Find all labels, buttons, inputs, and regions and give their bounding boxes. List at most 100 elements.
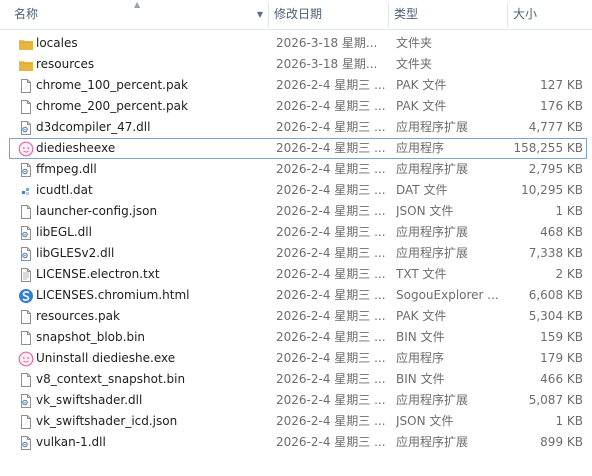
file-size: 176 KB <box>540 99 583 113</box>
file-icon <box>18 309 34 325</box>
column-modified-header[interactable]: 修改日期 <box>269 0 389 29</box>
file-modified: 2026-2-4 星期三 ... <box>276 351 386 365</box>
list-item[interactable]: libEGL.dll 2026-2-4 星期三 ... 应用程序扩展 468 KB <box>0 222 592 243</box>
list-item[interactable]: d3dcompiler_47.dll 2026-2-4 星期三 ... 应用程序扩展… <box>0 117 592 138</box>
file-type: 应用程序扩展 <box>396 225 469 239</box>
file-name: LICENSE.electron.txt <box>36 267 160 281</box>
list-item[interactable]: locales 2026-3-18 星期... 文件夹 <box>0 33 592 54</box>
list-item[interactable]: chrome_200_percent.pak 2026-2-4 星期三 ... PA… <box>0 96 592 117</box>
file-modified: 2026-2-4 星期三 ... <box>276 225 386 239</box>
file-modified: 2026-2-4 星期三 ... <box>276 372 386 386</box>
file-icon <box>18 372 34 388</box>
file-modified: 2026-2-4 星期三 ... <box>276 141 386 155</box>
file-size: 179 KB <box>540 351 583 365</box>
file-size: 5,087 KB <box>528 393 583 407</box>
file-type: 文件夹 <box>396 57 433 71</box>
file-type: SogouExplorer ... <box>396 288 499 302</box>
file-size: 1 KB <box>555 204 583 218</box>
file-type: 应用程序 <box>396 141 445 155</box>
column-name-header[interactable]: 名称 ▲ ▼ <box>0 0 269 29</box>
dll-icon <box>18 225 34 241</box>
file-size: 2 KB <box>555 267 583 281</box>
list-item[interactable]: icudtl.dat 2026-2-4 星期三 ... DAT 文件 10,295 K… <box>0 180 592 201</box>
list-item[interactable]: ffmpeg.dll 2026-2-4 星期三 ... 应用程序扩展 2,795 KB <box>0 159 592 180</box>
list-item[interactable]: resources 2026-3-18 星期... 文件夹 <box>0 54 592 75</box>
file-modified: 2026-3-18 星期... <box>276 57 378 71</box>
file-name: v8_context_snapshot.bin <box>36 372 186 386</box>
list-item-selected[interactable]: diediesheexe 2026-2-4 星期三 ... 应用程序 158,255 … <box>9 138 587 159</box>
file-modified: 2026-2-4 星期三 ... <box>276 162 386 176</box>
list-item[interactable]: launcher-config.json 2026-2-4 星期三 ... JSON… <box>0 201 592 222</box>
file-type: 应用程序扩展 <box>396 120 469 134</box>
file-type: PAK 文件 <box>396 309 447 323</box>
file-icon <box>18 414 34 430</box>
file-size: 2,795 KB <box>528 162 583 176</box>
file-name: diediesheexe <box>36 141 116 155</box>
file-name: vulkan-1.dll <box>36 435 106 449</box>
file-icon <box>18 99 34 115</box>
list-item[interactable]: chrome_100_percent.pak 2026-2-4 星期三 ... PA… <box>0 75 592 96</box>
folder-icon <box>18 57 34 73</box>
list-item[interactable]: libGLESv2.dll 2026-2-4 星期三 ... 应用程序扩展 7,338… <box>0 243 592 264</box>
file-name: Uninstall diedieshe.exe <box>36 351 176 365</box>
list-item[interactable]: resources.pak 2026-2-4 星期三 ... PAK 文件 5,304… <box>0 306 592 327</box>
dll-icon <box>18 120 34 136</box>
file-name: d3dcompiler_47.dll <box>36 120 151 134</box>
file-size: 158,255 KB <box>513 141 583 155</box>
file-name: libGLESv2.dll <box>36 246 115 260</box>
dat-icon <box>18 183 34 199</box>
file-name: snapshot_blob.bin <box>36 330 146 344</box>
file-icon <box>18 78 34 94</box>
file-name: launcher-config.json <box>36 204 158 218</box>
file-size: 10,295 KB <box>521 183 583 197</box>
file-name: ffmpeg.dll <box>36 162 97 176</box>
file-modified: 2026-2-4 星期三 ... <box>276 393 386 407</box>
file-size: 899 KB <box>540 435 583 449</box>
file-modified: 2026-2-4 星期三 ... <box>276 288 386 302</box>
list-item[interactable]: v8_context_snapshot.bin 2026-2-4 星期三 ... B… <box>0 369 592 390</box>
file-size: 1 KB <box>555 414 583 428</box>
file-type: 应用程序扩展 <box>396 393 469 407</box>
file-size: 5,304 KB <box>528 309 583 323</box>
file-modified: 2026-2-4 星期三 ... <box>276 120 386 134</box>
dll-icon <box>18 162 34 178</box>
column-header: 名称 ▲ ▼ 修改日期 类型 大小 <box>0 0 592 30</box>
file-size: 7,338 KB <box>528 246 583 260</box>
file-type: PAK 文件 <box>396 78 447 92</box>
file-icon <box>18 204 34 220</box>
list-item[interactable]: vk_swiftshader.dll 2026-2-4 星期三 ... 应用程序扩展… <box>0 390 592 411</box>
file-size: 6,608 KB <box>528 288 583 302</box>
file-name: resources.pak <box>36 309 120 323</box>
file-type: 应用程序扩展 <box>396 435 469 449</box>
column-type-header[interactable]: 类型 <box>389 0 508 29</box>
dll-icon <box>18 435 34 451</box>
file-name: resources <box>36 57 95 71</box>
file-modified: 2026-2-4 星期三 ... <box>276 267 386 281</box>
column-size-header[interactable]: 大小 <box>508 0 592 29</box>
file-type: BIN 文件 <box>396 330 445 344</box>
chevron-down-icon[interactable]: ▼ <box>257 0 263 29</box>
file-name: chrome_100_percent.pak <box>36 78 188 92</box>
list-item[interactable]: vulkan-1.dll 2026-2-4 星期三 ... 应用程序扩展 899 KB <box>0 432 592 453</box>
file-type: BIN 文件 <box>396 372 445 386</box>
app-icon <box>18 141 34 157</box>
file-modified: 2026-2-4 星期三 ... <box>276 414 386 428</box>
file-modified: 2026-2-4 星期三 ... <box>276 435 386 449</box>
file-modified: 2026-3-18 星期... <box>276 36 378 50</box>
file-modified: 2026-2-4 星期三 ... <box>276 309 386 323</box>
sort-ascending-icon: ▲ <box>134 0 141 9</box>
list-item[interactable]: LICENSES.chromium.html 2026-2-4 星期三 ... So… <box>0 285 592 306</box>
column-type-label: 类型 <box>394 7 419 21</box>
list-item[interactable]: LICENSE.electron.txt 2026-2-4 星期三 ... TXT … <box>0 264 592 285</box>
file-modified: 2026-2-4 星期三 ... <box>276 78 386 92</box>
column-name-label: 名称 <box>14 7 39 21</box>
list-item[interactable]: vk_swiftshader_icd.json 2026-2-4 星期三 ... J… <box>0 411 592 432</box>
list-item[interactable]: snapshot_blob.bin 2026-2-4 星期三 ... BIN 文件 1… <box>0 327 592 348</box>
column-size-label: 大小 <box>513 7 538 21</box>
list-item[interactable]: Uninstall diedieshe.exe 2026-2-4 星期三 ... 应… <box>0 348 592 369</box>
file-type: 应用程序扩展 <box>396 246 469 260</box>
file-icon <box>18 330 34 346</box>
file-modified: 2026-2-4 星期三 ... <box>276 330 386 344</box>
file-type: TXT 文件 <box>396 267 447 281</box>
folder-icon <box>18 36 34 52</box>
